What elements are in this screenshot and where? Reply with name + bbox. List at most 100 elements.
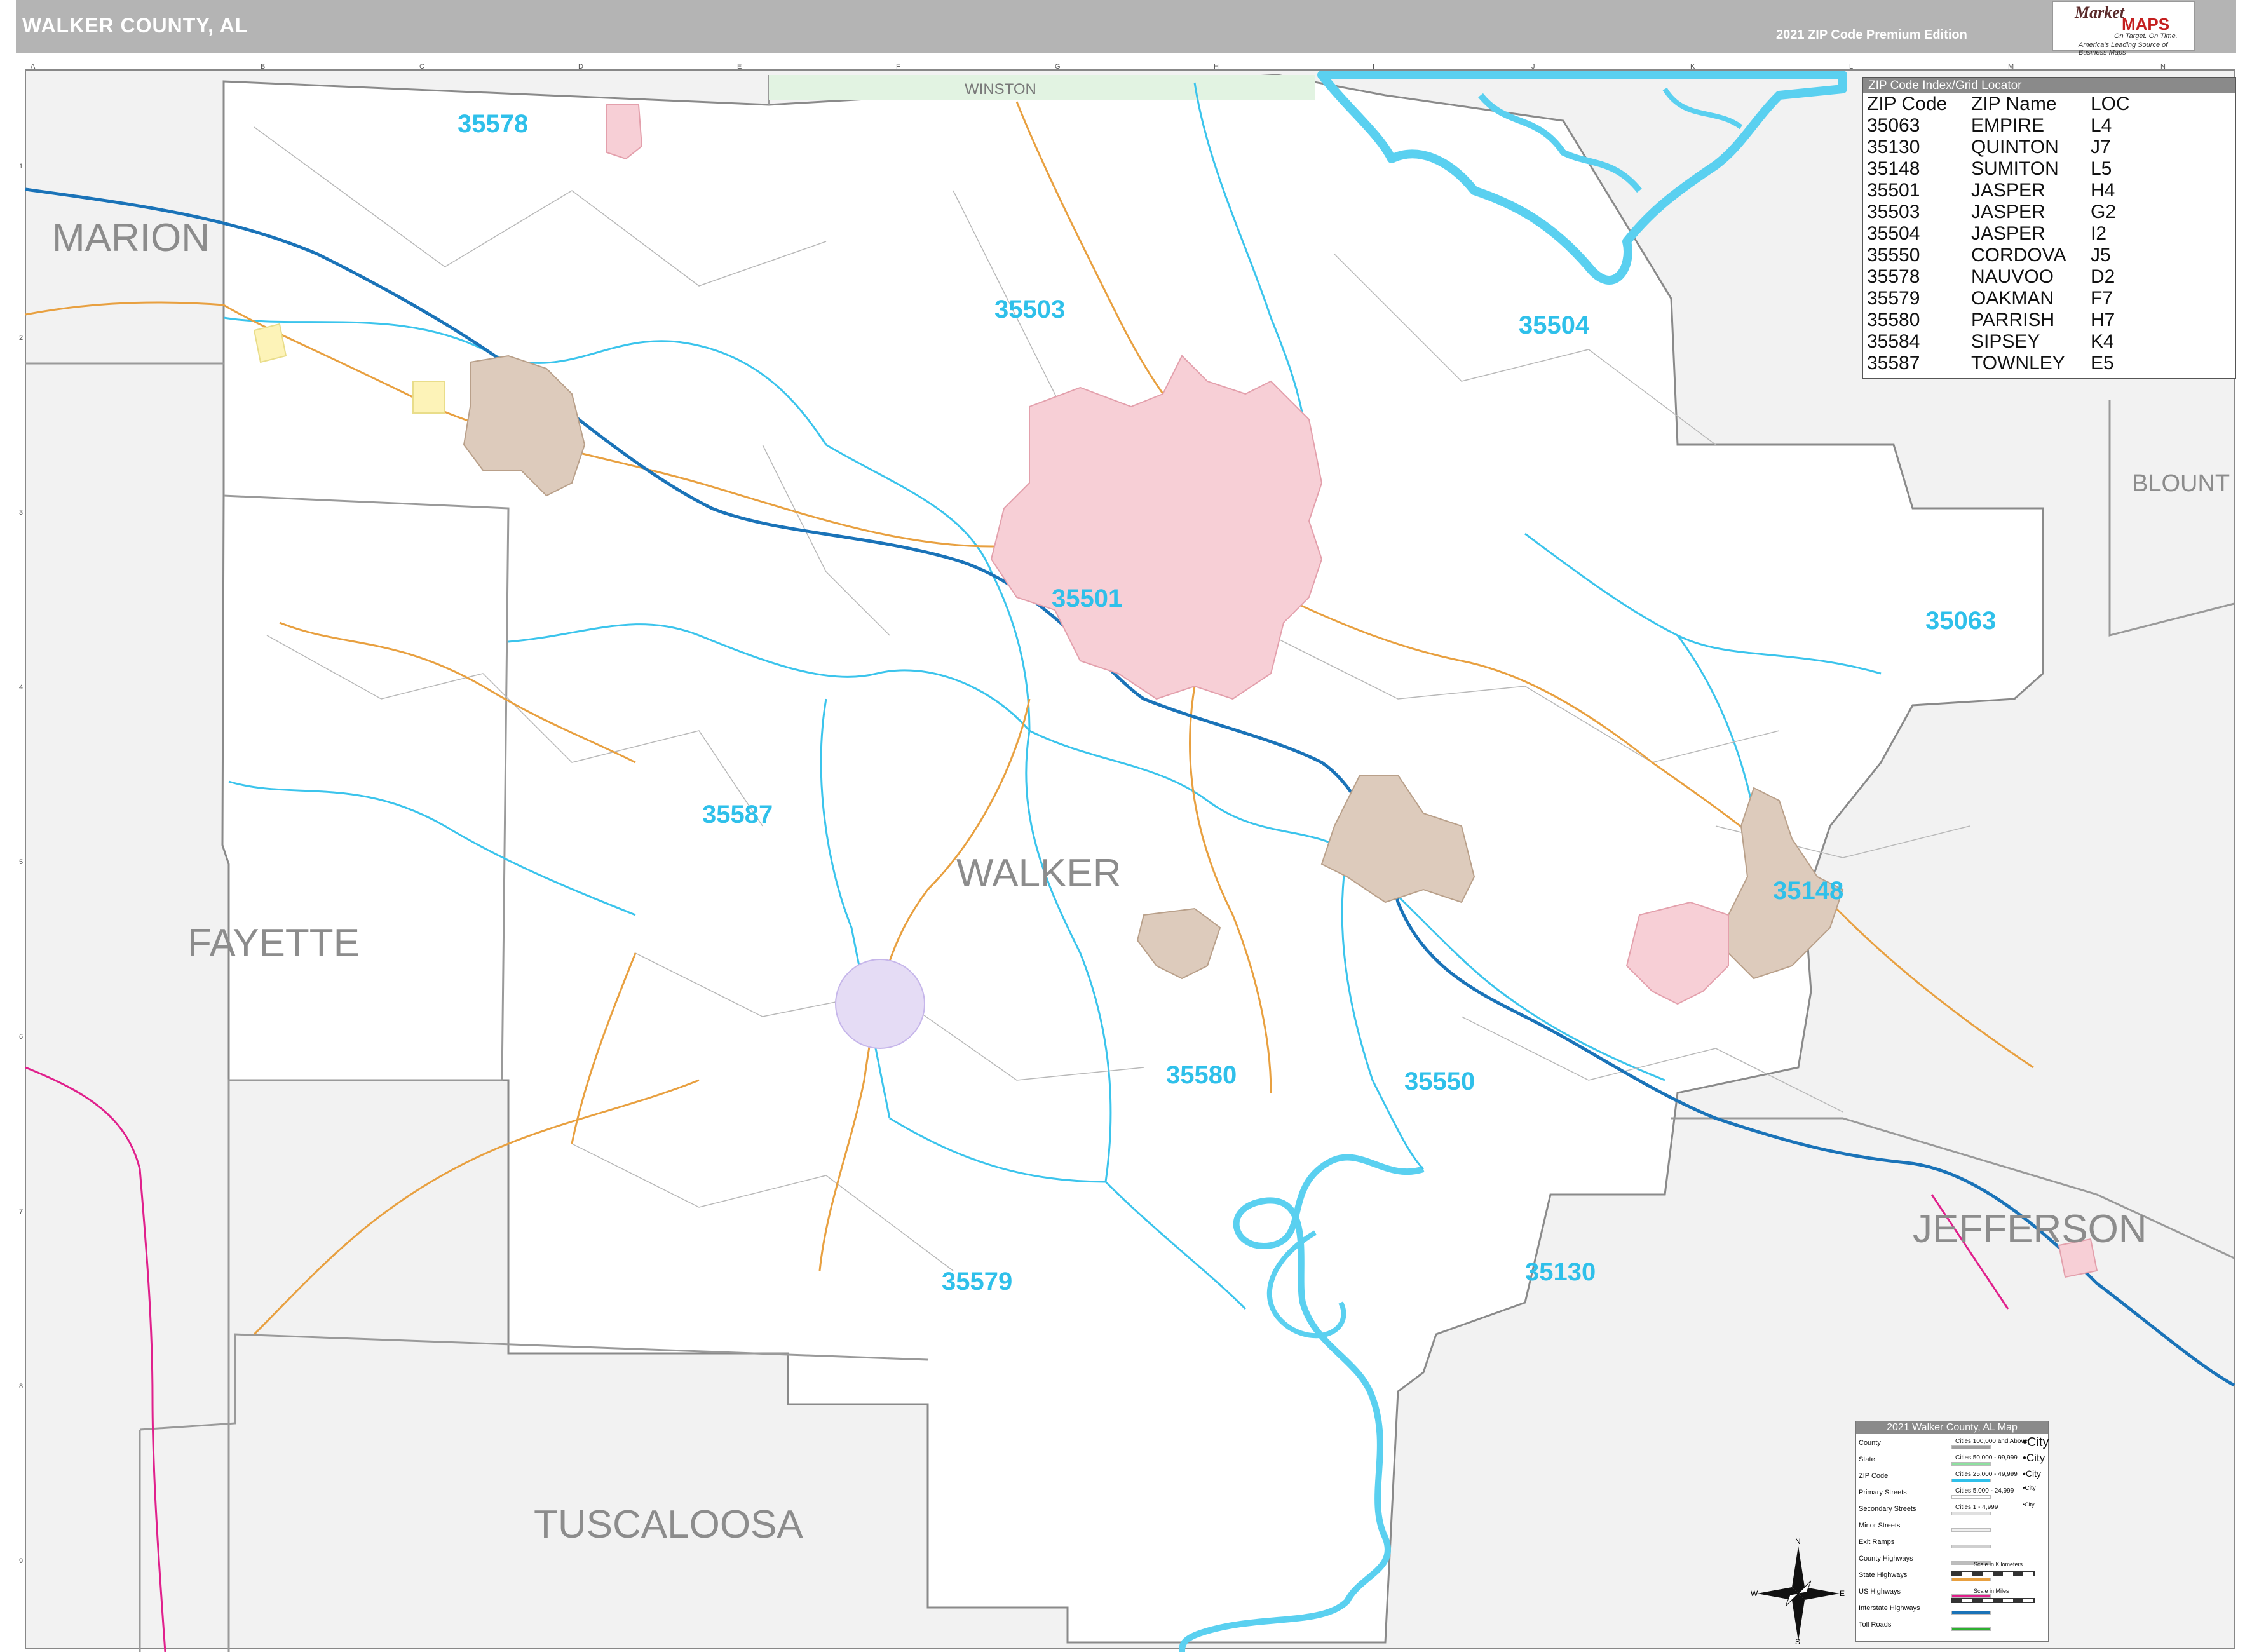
grid-row-1: 1 bbox=[19, 163, 23, 170]
zip-label-35148: 35148 bbox=[1773, 877, 1843, 905]
grid-row-6: 6 bbox=[19, 1033, 23, 1041]
grid-col-n: N bbox=[2160, 63, 2166, 71]
zip-name-cell: QUINTON bbox=[1971, 137, 2059, 158]
zip-loc-cell: D2 bbox=[2091, 266, 2115, 287]
legend-swatch bbox=[1951, 1462, 1991, 1466]
legend-city-class: Cities 5,000 - 24,999 bbox=[1955, 1487, 2014, 1494]
county-label-fayette: FAYETTE bbox=[187, 921, 360, 965]
zip-code-cell: 35587 bbox=[1867, 353, 1920, 374]
col-header-loc: LOC bbox=[2091, 93, 2130, 114]
zip-index-row: 35578 NAUVOO D2 bbox=[1867, 266, 2130, 288]
grid-col-b: B bbox=[261, 63, 265, 71]
oakman-city-area bbox=[835, 959, 925, 1049]
small-town-area bbox=[412, 381, 445, 414]
legend-item-label: Interstate Highways bbox=[1859, 1604, 1920, 1612]
zip-index-row: 35504 JASPER I2 bbox=[1867, 223, 2130, 245]
compass-w: W bbox=[1751, 1589, 1758, 1598]
zip-index-title: ZIP Code Index/Grid Locator bbox=[1863, 78, 2235, 93]
zip-loc-cell: J7 bbox=[2091, 137, 2111, 158]
legend-item-label: ZIP Code bbox=[1859, 1472, 1889, 1480]
nauvoo-city-area bbox=[606, 104, 643, 160]
zip-index-row: 35501 JASPER H4 bbox=[1867, 180, 2130, 201]
legend-swatch bbox=[1951, 1627, 1991, 1631]
scale-mi-bar bbox=[1951, 1598, 2035, 1603]
zip-code-cell: 35130 bbox=[1867, 137, 1920, 158]
legend-swatch bbox=[1951, 1512, 1991, 1515]
legend-city-sample: •City bbox=[2023, 1501, 2035, 1508]
grid-col-j: J bbox=[1531, 63, 1535, 71]
zip-label-35578: 35578 bbox=[458, 110, 528, 138]
kansas-city-area bbox=[253, 323, 287, 363]
zip-index-row: 35579 OAKMAN F7 bbox=[1867, 288, 2130, 309]
grid-row-5: 5 bbox=[19, 858, 23, 866]
zip-name-cell: JASPER bbox=[1971, 223, 2045, 244]
zip-name-cell: PARRISH bbox=[1971, 309, 2055, 330]
col-header-zip: ZIP Code bbox=[1867, 93, 1948, 114]
scale-mi-label: Scale in Miles bbox=[1974, 1588, 2009, 1594]
zip-code-cell: 35501 bbox=[1867, 180, 1920, 201]
grid-col-d: D bbox=[578, 63, 583, 71]
zip-name-cell: SIPSEY bbox=[1971, 331, 2040, 352]
compass-rose-icon: N S W E bbox=[1751, 1537, 1845, 1644]
county-label-marion: MARION bbox=[52, 216, 210, 260]
grid-row-8: 8 bbox=[19, 1383, 23, 1390]
zip-code-cell: 35550 bbox=[1867, 245, 1920, 266]
legend-item-label: Exit Ramps bbox=[1859, 1538, 1895, 1546]
legend-swatch bbox=[1951, 1495, 1991, 1499]
zip-index-row: 35148 SUMITON L5 bbox=[1867, 158, 2130, 180]
legend-city-sample: •City bbox=[2023, 1485, 2036, 1492]
grid-row-3: 3 bbox=[19, 509, 23, 517]
legend-city-sample: •City bbox=[2023, 1468, 2042, 1479]
zip-loc-cell: G2 bbox=[2091, 201, 2117, 222]
map-legend: 2021 Walker County, AL Map County State ZI… bbox=[1855, 1421, 2049, 1642]
zip-label-35579: 35579 bbox=[942, 1268, 1012, 1296]
grid-col-f: F bbox=[896, 63, 900, 71]
legend-swatch bbox=[1951, 1528, 1991, 1532]
legend-item-label: Secondary Streets bbox=[1859, 1505, 1916, 1513]
compass-n: N bbox=[1795, 1537, 1801, 1546]
grid-row-9: 9 bbox=[19, 1557, 23, 1565]
zip-code-cell: 35148 bbox=[1867, 158, 1920, 179]
legend-item-label: US Highways bbox=[1859, 1588, 1901, 1595]
zip-index-row: 35130 QUINTON J7 bbox=[1867, 137, 2130, 158]
zip-name-cell: OAKMAN bbox=[1971, 288, 2054, 309]
county-label-tuscaloosa: TUSCALOOSA bbox=[534, 1503, 803, 1547]
grid-col-l: L bbox=[1849, 63, 1853, 71]
grid-row-7: 7 bbox=[19, 1208, 23, 1215]
scale-km-bar bbox=[1951, 1571, 2035, 1576]
zip-index-row: 35580 PARRISH H7 bbox=[1867, 309, 2130, 331]
legend-swatch bbox=[1951, 1479, 1991, 1482]
grid-col-k: K bbox=[1690, 63, 1695, 71]
zip-index-row: 35584 SIPSEY K4 bbox=[1867, 331, 2130, 353]
grid-col-a: A bbox=[31, 63, 36, 71]
legend-city-class: Cities 100,000 and Above bbox=[1955, 1438, 2028, 1445]
zip-code-cell: 35578 bbox=[1867, 266, 1920, 287]
zip-loc-cell: J5 bbox=[2091, 245, 2111, 266]
zip-code-cell: 35063 bbox=[1867, 115, 1920, 136]
winston-strip bbox=[769, 75, 1315, 100]
grid-row-2: 2 bbox=[19, 334, 23, 342]
legend-city-sample: •City bbox=[2023, 1435, 2049, 1449]
legend-city-sample: •City bbox=[2023, 1452, 2045, 1464]
legend-item-label: Minor Streets bbox=[1859, 1522, 1901, 1529]
compass-s: S bbox=[1795, 1637, 1800, 1644]
legend-item-label: County Highways bbox=[1859, 1555, 1913, 1562]
legend-title: 2021 Walker County, AL Map bbox=[1856, 1421, 2048, 1434]
zip-name-cell: CORDOVA bbox=[1971, 245, 2066, 266]
zip-name-cell: JASPER bbox=[1971, 180, 2045, 201]
grid-col-m: M bbox=[2008, 63, 2014, 71]
zip-name-cell: NAUVOO bbox=[1971, 266, 2054, 287]
grid-col-c: C bbox=[419, 63, 424, 71]
zip-code-cell: 35503 bbox=[1867, 201, 1920, 222]
zip-label-35580: 35580 bbox=[1166, 1061, 1237, 1089]
zip-index-row: 35063 EMPIRE L4 bbox=[1867, 115, 2130, 137]
zip-name-cell: JASPER bbox=[1971, 201, 2045, 222]
zip-loc-cell: H4 bbox=[2091, 180, 2115, 201]
zip-label-35501: 35501 bbox=[1052, 585, 1122, 613]
zip-label-35130: 35130 bbox=[1525, 1258, 1596, 1286]
legend-item-label: Toll Roads bbox=[1859, 1621, 1892, 1628]
legend-city-class: Cities 1 - 4,999 bbox=[1955, 1504, 1998, 1511]
legend-swatch bbox=[1951, 1611, 1991, 1615]
zip-index-panel: ZIP Code Index/Grid Locator ZIP Code ZIP… bbox=[1862, 77, 2236, 379]
county-label-jefferson: JEFFERSON bbox=[1913, 1207, 2147, 1251]
